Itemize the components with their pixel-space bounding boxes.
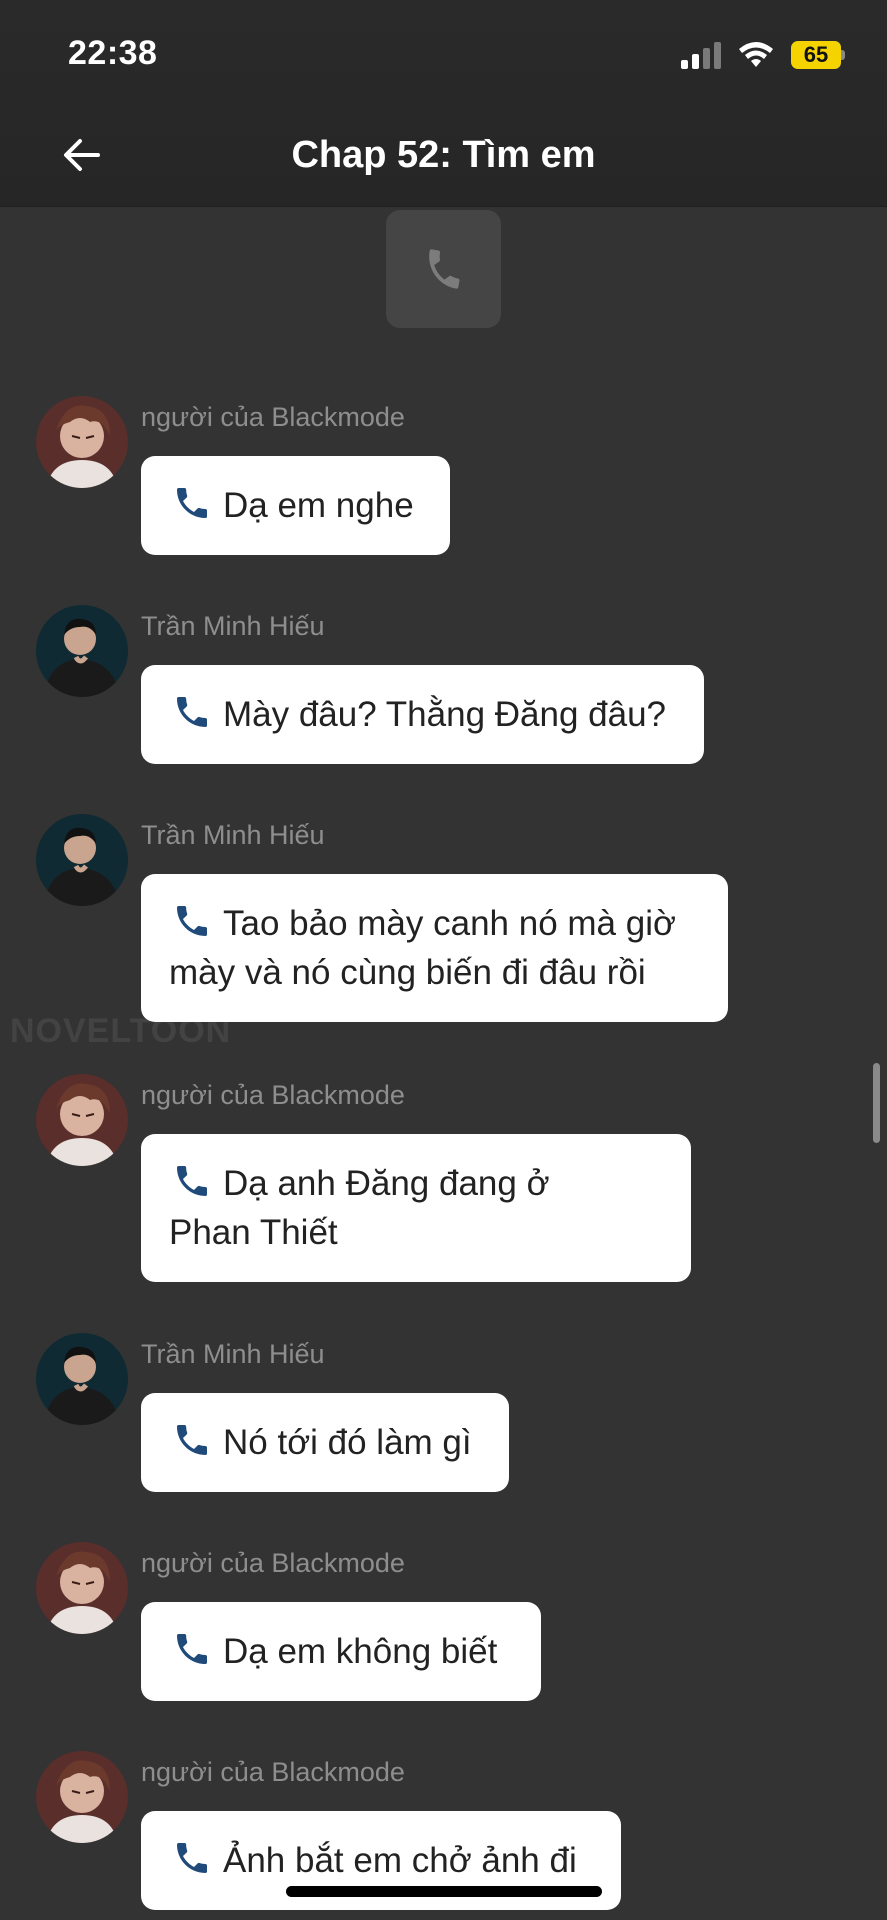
- message-text: Dạ em nghe: [223, 486, 414, 525]
- watermark-logo: NOVELTOON: [10, 1012, 232, 1050]
- sender-name: Trần Minh Hiếu: [141, 820, 325, 850]
- message-text: Nó tới đó làm gì: [223, 1423, 472, 1462]
- chat-screen: 22:38 65 Chap 52: Tìm em người của Black…: [0, 0, 887, 1920]
- sender-name: người của Blackmode: [141, 1080, 405, 1110]
- message-text: Mày đâu? Thằng Đăng đâu?: [223, 695, 667, 734]
- phone-icon: [169, 483, 215, 523]
- message-bubble[interactable]: Tao bảo mày canh nó mà giờ mày và nó cùn…: [141, 874, 728, 1022]
- message-bubble[interactable]: Dạ em không biết: [141, 1602, 541, 1701]
- avatar[interactable]: [36, 1074, 128, 1166]
- phone-icon: [169, 1838, 215, 1878]
- status-time: 22:38: [68, 34, 158, 72]
- home-indicator[interactable]: [286, 1886, 602, 1897]
- phone-icon: [169, 1629, 215, 1669]
- avatar[interactable]: [36, 814, 128, 906]
- message-text-line: mày và nó cùng biến đi đâu rồi: [169, 953, 646, 992]
- phone-icon: [428, 249, 459, 289]
- top-bar: 22:38 65 Chap 52: Tìm em: [0, 0, 887, 207]
- battery-icon: 65: [791, 41, 845, 69]
- sender-name: người của Blackmode: [141, 1757, 405, 1787]
- avatar[interactable]: [36, 605, 128, 697]
- message-text-line: Dạ anh Đăng đang ở: [223, 1164, 550, 1203]
- scrollbar[interactable]: [873, 1063, 880, 1143]
- avatar[interactable]: [36, 1333, 128, 1425]
- call-event-box: [386, 210, 501, 328]
- message-text: Dạ em không biết: [223, 1632, 498, 1671]
- sender-name: người của Blackmode: [141, 402, 405, 432]
- avatar[interactable]: [36, 396, 128, 488]
- message-bubble[interactable]: Dạ em nghe: [141, 456, 450, 555]
- cellular-signal-icon: [681, 41, 721, 69]
- message-bubble[interactable]: Nó tới đó làm gì: [141, 1393, 509, 1492]
- phone-icon: [169, 901, 215, 941]
- avatar[interactable]: [36, 1542, 128, 1634]
- phone-icon: [169, 692, 215, 732]
- message-text: Ảnh bắt em chở ảnh đi: [223, 1841, 577, 1880]
- phone-icon: [169, 1420, 215, 1460]
- message-bubble[interactable]: Mày đâu? Thằng Đăng đâu?: [141, 665, 704, 764]
- message-bubble[interactable]: Dạ anh Đăng đang ở Phan Thiết: [141, 1134, 691, 1282]
- sender-name: người của Blackmode: [141, 1548, 405, 1578]
- sender-name: Trần Minh Hiếu: [141, 611, 325, 641]
- message-text-line: Phan Thiết: [169, 1213, 338, 1252]
- wifi-icon: [739, 42, 773, 67]
- sender-name: Trần Minh Hiếu: [141, 1339, 325, 1369]
- phone-icon: [169, 1161, 215, 1201]
- message-text-line: Tao bảo mày canh nó mà giờ: [223, 904, 676, 943]
- battery-level: 65: [791, 41, 841, 69]
- status-icons: 65: [681, 38, 845, 72]
- avatar[interactable]: [36, 1751, 128, 1843]
- page-title: Chap 52: Tìm em: [291, 134, 596, 176]
